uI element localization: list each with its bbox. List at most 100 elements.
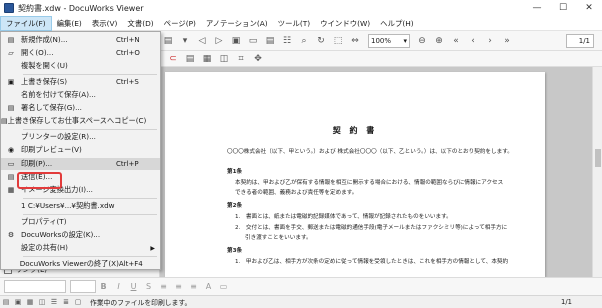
menu-window[interactable]: ウインドウ(W)	[315, 16, 375, 31]
maximize-button[interactable]: ☐	[550, 0, 576, 16]
double-page-icon[interactable]: ◫	[36, 297, 48, 308]
menu-item-label: プリンターの設定(R)...	[21, 132, 96, 141]
page-number-field[interactable]: 1/1	[566, 34, 594, 48]
menu-item-label: 上書き保存してお仕事スペースへコピー(C)	[7, 116, 147, 125]
menu-item-shortcut: Ctrl+P	[116, 160, 139, 168]
status-page-indicator: 1/1	[561, 298, 572, 306]
align-right-icon[interactable]: ≡	[186, 282, 201, 291]
binder-icon[interactable]: ◫	[216, 52, 232, 66]
dropdown-arrow-icon[interactable]: ▾	[177, 34, 193, 48]
menu-separator	[23, 129, 157, 130]
status-bar: ▤ ▣ ▦ ◫ ☰ ≣ ▢ 作業中のファイルを印刷します。 1/1	[0, 295, 602, 308]
menu-edit[interactable]: 編集(E)	[52, 16, 87, 31]
back-icon[interactable]: ◁	[194, 34, 210, 48]
document-line: 第3条	[227, 248, 243, 254]
print-preview-icon: ◉	[7, 146, 15, 154]
chevron-down-icon: ▾	[403, 36, 407, 45]
align-center-icon[interactable]: ≡	[171, 282, 186, 291]
document-area[interactable]: 契 約 書 〇〇〇株式会社（以下、甲という。）および 株式会社〇〇〇（以下、乙と…	[160, 67, 592, 277]
menu-document[interactable]: 文書(D)	[122, 16, 158, 31]
menu-item-open-copy[interactable]: 複製を開く(U)	[1, 60, 160, 72]
document-line: 第1条	[227, 169, 243, 175]
menu-item-icon-slot	[1, 258, 20, 270]
stamp-icon[interactable]: ▤	[182, 52, 198, 66]
window-controls: — ☐ ✕	[524, 0, 602, 16]
text-color-icon[interactable]: A	[201, 282, 216, 291]
open-folder-icon: ▱	[8, 49, 14, 57]
thumbnail-icon[interactable]: ▦	[199, 52, 215, 66]
crop-icon[interactable]: ⌗	[233, 52, 249, 66]
menu-tools[interactable]: ツール(T)	[273, 16, 315, 31]
menu-item-share-settings[interactable]: 設定の共有(H) ▶	[1, 242, 160, 254]
text-view-icon[interactable]: ≣	[60, 297, 72, 308]
move-icon[interactable]: ✥	[250, 52, 266, 66]
properties-icon[interactable]: ☷	[279, 34, 295, 48]
annotation-view-icon[interactable]: ▢	[72, 297, 84, 308]
underline-icon[interactable]: U	[126, 282, 141, 291]
bold-icon[interactable]: B	[96, 282, 111, 291]
first-page-icon[interactable]: «	[448, 34, 464, 48]
last-page-icon[interactable]: »	[499, 34, 515, 48]
menu-item-printer-settings[interactable]: プリンターの設定(R)...	[1, 131, 160, 143]
menu-separator	[23, 198, 157, 199]
zoom-select[interactable]: 100% ▾	[368, 33, 410, 48]
menu-item-save[interactable]: ▣ 上書き保存(S) Ctrl+S	[1, 76, 160, 88]
menu-separator	[23, 256, 157, 257]
menu-item-recent-file[interactable]: 1 C:¥Users¥...¥契約書.xdw	[1, 200, 160, 212]
title-bar: 契約書.xdw - DocuWorks Viewer — ☐ ✕	[0, 0, 602, 16]
align-left-icon[interactable]: ≡	[156, 282, 171, 291]
search-icon[interactable]: ⌕	[296, 34, 312, 48]
print-icon: ▭	[7, 160, 15, 168]
italic-icon[interactable]: I	[111, 282, 126, 291]
zoom-value: 100%	[371, 36, 392, 45]
zoom-in-icon[interactable]: ⊕	[431, 34, 447, 48]
print-toolbar-icon[interactable]: ▭	[245, 34, 261, 48]
fit-width-icon[interactable]: ⇔	[347, 34, 363, 48]
close-button[interactable]: ✕	[576, 0, 602, 16]
menu-page[interactable]: ページ(P)	[159, 16, 201, 31]
menu-item-properties[interactable]: プロパティ(T)	[1, 216, 160, 228]
menu-help[interactable]: ヘルプ(H)	[375, 16, 419, 31]
rotate-icon[interactable]: ↻	[313, 34, 329, 48]
status-message: 作業中のファイルを印刷します。	[90, 299, 192, 307]
strikethrough-icon[interactable]: S	[141, 282, 156, 291]
save-toolbar-icon[interactable]: ▣	[228, 34, 244, 48]
minimize-button[interactable]: —	[524, 0, 550, 16]
menu-item-save-as[interactable]: 名前を付けて保存(A)...	[1, 89, 160, 101]
document-page: 契 約 書 〇〇〇株式会社（以下、甲という。）および 株式会社〇〇〇（以下、乙と…	[165, 72, 545, 277]
menu-item-save-workspace[interactable]: ▤ 上書き保存してお仕事スペースへコピー(C)	[1, 115, 160, 127]
menu-item-icon-slot	[1, 200, 21, 212]
menu-item-exit[interactable]: DocuWorks Viewerの終了(X) Alt+F4	[1, 258, 160, 270]
view-mode-icon[interactable]: ▤	[0, 297, 12, 308]
prev-page-icon[interactable]: ‹	[465, 34, 481, 48]
send-toolbar-icon[interactable]: ▤	[262, 34, 278, 48]
forward-icon[interactable]: ▷	[211, 34, 227, 48]
menu-item-print[interactable]: ▭ 印刷(P)... Ctrl+P	[1, 158, 160, 170]
document-line: 2. 交付とは、書面を手交、郵送または電磁的通信手段(電子メールまたはファクシミ…	[235, 225, 508, 231]
menu-item-sign-save[interactable]: ▤ 署名して保存(G)...	[1, 102, 160, 114]
zoom-out-icon[interactable]: ⊖	[414, 34, 430, 48]
menu-item-new[interactable]: ▤ 新規作成(N)... Ctrl+N	[1, 34, 160, 46]
document-title: 契 約 書	[332, 126, 378, 135]
page-view-icon[interactable]: ▣	[12, 297, 24, 308]
menu-file[interactable]: ファイル(F)	[0, 15, 52, 31]
continuous-icon[interactable]: ☰	[48, 297, 60, 308]
menu-item-label: 複製を開く(U)	[21, 61, 68, 70]
highlight-color-icon[interactable]: ▭	[216, 282, 231, 291]
menu-view[interactable]: 表示(V)	[87, 16, 123, 31]
menu-item-label: 上書き保存(S)	[21, 77, 68, 86]
new-document-icon[interactable]: ▤	[160, 34, 176, 48]
menu-item-docuworks-settings[interactable]: ⚙ DocuWorksの設定(K)...	[1, 229, 160, 241]
menu-item-print-preview[interactable]: ◉ 印刷プレビュー(V)	[1, 144, 160, 156]
menu-item-label: 開く(O)...	[21, 48, 54, 57]
fit-page-icon[interactable]: ⬚	[330, 34, 346, 48]
vertical-scrollbar[interactable]	[592, 67, 602, 277]
menu-item-open[interactable]: ▱ 開く(O)... Ctrl+O	[1, 47, 160, 59]
scrollbar-thumb[interactable]	[595, 149, 601, 167]
next-page-icon[interactable]: ›	[482, 34, 498, 48]
font-size-select[interactable]	[70, 280, 96, 293]
menu-annotation[interactable]: アノテーション(A)	[201, 16, 273, 31]
thumbnail-view-icon[interactable]: ▦	[24, 297, 36, 308]
link-annotation-icon[interactable]: ⊂	[165, 52, 181, 66]
font-select[interactable]	[4, 280, 66, 293]
